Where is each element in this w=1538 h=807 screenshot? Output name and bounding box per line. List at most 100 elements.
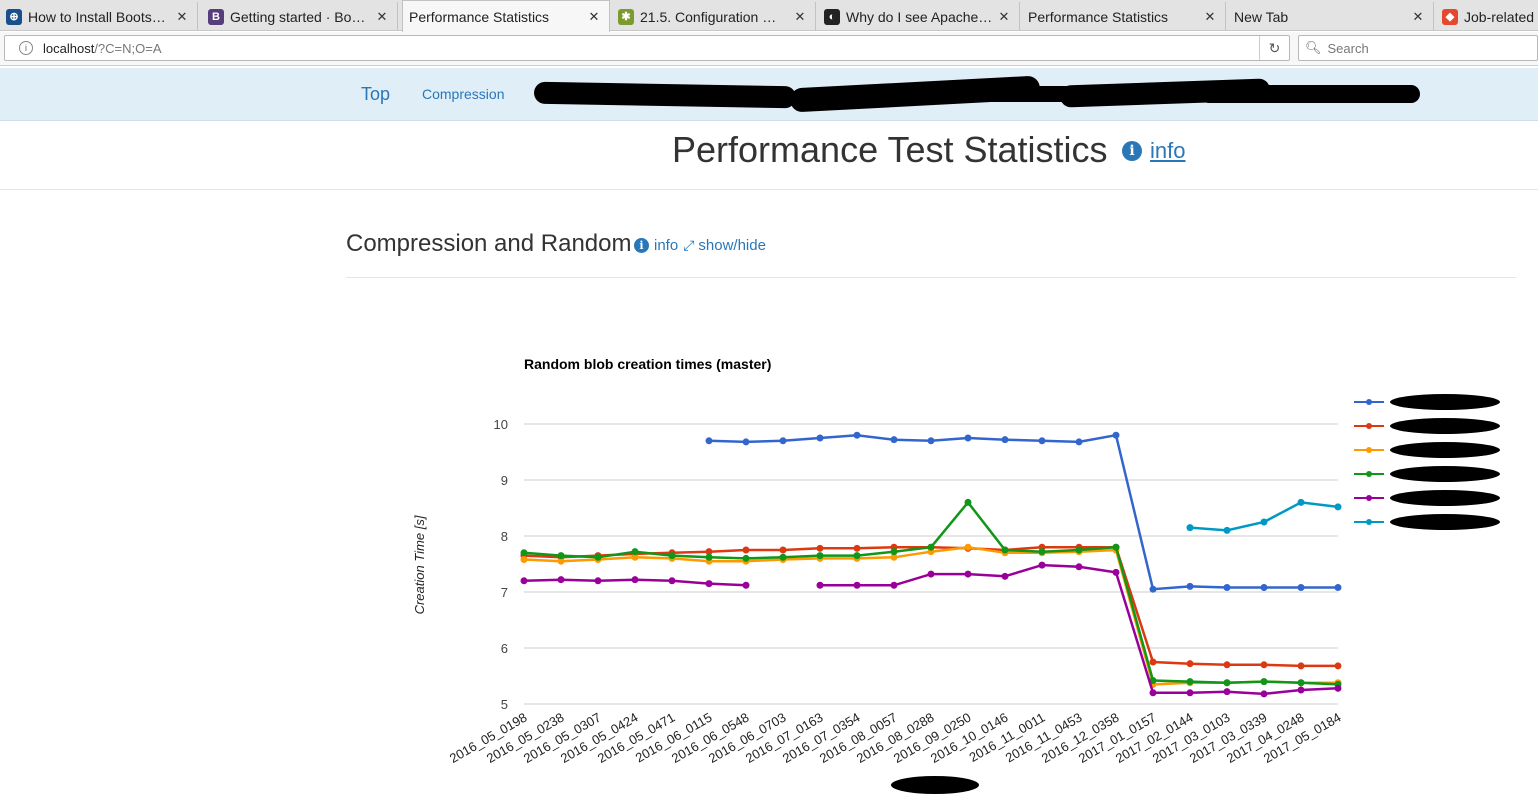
- series-line: [1189, 501, 1339, 532]
- redaction-mark: [1390, 442, 1500, 458]
- data-point: [557, 552, 565, 560]
- data-point: [964, 570, 972, 578]
- nav-top-link[interactable]: Top: [361, 68, 390, 121]
- section-links: i info ⤢ show/hide: [634, 237, 766, 254]
- series-2: [520, 543, 1342, 670]
- browser-tab[interactable]: Performance Statistics ✕: [402, 0, 610, 32]
- legend-marker: [1366, 423, 1372, 429]
- y-tick-labels: 5 6 7 8 9 10: [494, 417, 508, 712]
- data-point: [668, 577, 676, 585]
- legend-item[interactable]: [1354, 490, 1500, 506]
- data-point: [705, 437, 713, 445]
- browser-tab[interactable]: New Tab ✕: [1228, 2, 1434, 31]
- data-point: [1075, 546, 1083, 554]
- legend-item[interactable]: [1354, 514, 1500, 530]
- close-tab-icon[interactable]: ✕: [793, 9, 807, 25]
- data-point: [1223, 679, 1231, 687]
- legend-item[interactable]: [1354, 418, 1500, 434]
- browser-tab[interactable]: ⊕ How to Install Boots… ✕: [0, 2, 198, 31]
- data-point: [742, 581, 750, 589]
- data-point: [742, 554, 750, 562]
- y-tick-label: 8: [501, 529, 508, 544]
- data-point: [964, 434, 972, 442]
- y-tick-label: 7: [501, 585, 508, 600]
- legend-item[interactable]: [1354, 466, 1500, 482]
- section-header: Compression and Random i info ⤢ show/hid…: [346, 228, 1516, 278]
- data-point: [594, 553, 602, 561]
- data-point: [631, 548, 639, 556]
- page-navbar: Top Compression: [0, 68, 1538, 121]
- data-point: [890, 436, 898, 444]
- data-point: [1334, 584, 1342, 592]
- y-tick-label: 9: [501, 473, 508, 488]
- data-point: [1149, 658, 1157, 666]
- data-point: [1223, 661, 1231, 669]
- section-toggle-link[interactable]: show/hide: [698, 237, 766, 254]
- data-point: [1223, 526, 1231, 534]
- redaction-mark: [533, 81, 797, 109]
- series-6: [1186, 498, 1342, 534]
- series-1: [705, 431, 1342, 593]
- reload-icon[interactable]: ↻: [1259, 36, 1289, 60]
- section-title: Compression and Random: [346, 230, 632, 257]
- chart-legend[interactable]: [1354, 394, 1500, 530]
- data-point: [1001, 572, 1009, 580]
- legend-item[interactable]: [1354, 394, 1500, 410]
- legend-marker: [1366, 471, 1372, 477]
- redaction-mark: [1390, 394, 1500, 410]
- series-4: [520, 498, 1342, 688]
- data-point: [853, 581, 861, 589]
- data-point: [1001, 546, 1009, 554]
- browser-tab[interactable]: ◆ Job-related: [1436, 2, 1538, 31]
- browser-tab[interactable]: ◐ Why do I see Apache… ✕: [818, 2, 1020, 31]
- close-tab-icon[interactable]: ✕: [1203, 9, 1217, 25]
- browser-tab[interactable]: ✱ 21.5. Configuration … ✕: [612, 2, 816, 31]
- address-url[interactable]: localhost/?C=N;O=A: [43, 41, 162, 56]
- redaction-mark: [1390, 490, 1500, 506]
- close-tab-icon[interactable]: ✕: [587, 9, 601, 25]
- tab-title: Performance Statistics: [409, 8, 550, 25]
- data-point: [1186, 689, 1194, 697]
- browser-tab[interactable]: Performance Statistics ✕: [1022, 2, 1226, 31]
- browser-toolbar: i localhost/?C=N;O=A ↻ 🔍︎ Search: [0, 32, 1538, 66]
- chart-title: Random blob creation times (master): [524, 356, 771, 372]
- data-point: [1260, 690, 1268, 698]
- close-tab-icon[interactable]: ✕: [997, 9, 1011, 25]
- title-info-link[interactable]: i info: [1122, 138, 1185, 164]
- redaction-mark: [1390, 418, 1500, 434]
- site-info-icon[interactable]: i: [19, 41, 33, 55]
- data-point: [927, 543, 935, 551]
- browser-tab[interactable]: B Getting started · Bo… ✕: [202, 2, 398, 31]
- data-point: [668, 552, 676, 560]
- section-info-link[interactable]: info: [654, 237, 678, 254]
- tab-title: Performance Statistics: [1028, 8, 1169, 25]
- data-point: [964, 543, 972, 551]
- data-point: [742, 438, 750, 446]
- page-header: Performance Test Statistics i info: [0, 121, 1538, 190]
- data-point: [1334, 503, 1342, 511]
- data-point: [705, 553, 713, 561]
- search-input[interactable]: 🔍︎ Search: [1298, 35, 1538, 61]
- nav-compression-link[interactable]: Compression: [422, 68, 504, 121]
- data-point: [557, 576, 565, 584]
- data-point: [1186, 678, 1194, 686]
- gitlab-icon: ◆: [1442, 8, 1458, 25]
- search-icon: 🔍︎: [1305, 40, 1322, 55]
- data-point: [1297, 662, 1305, 670]
- data-point: [1223, 688, 1231, 696]
- page-title: Performance Test Statistics: [672, 129, 1108, 170]
- data-point: [742, 546, 750, 554]
- address-bar[interactable]: i localhost/?C=N;O=A ↻: [4, 35, 1290, 61]
- y-tick-label: 10: [494, 417, 508, 432]
- legend-marker: [1366, 495, 1372, 501]
- close-tab-icon[interactable]: ✕: [375, 9, 389, 25]
- data-point: [779, 546, 787, 554]
- close-tab-icon[interactable]: ✕: [175, 9, 189, 25]
- series-5: [520, 561, 1342, 698]
- legend-marker: [1366, 399, 1372, 405]
- data-point: [1260, 678, 1268, 686]
- legend-item[interactable]: [1354, 442, 1500, 458]
- data-point: [1186, 582, 1194, 590]
- close-tab-icon[interactable]: ✕: [1411, 9, 1425, 25]
- y-tick-label: 5: [501, 697, 508, 712]
